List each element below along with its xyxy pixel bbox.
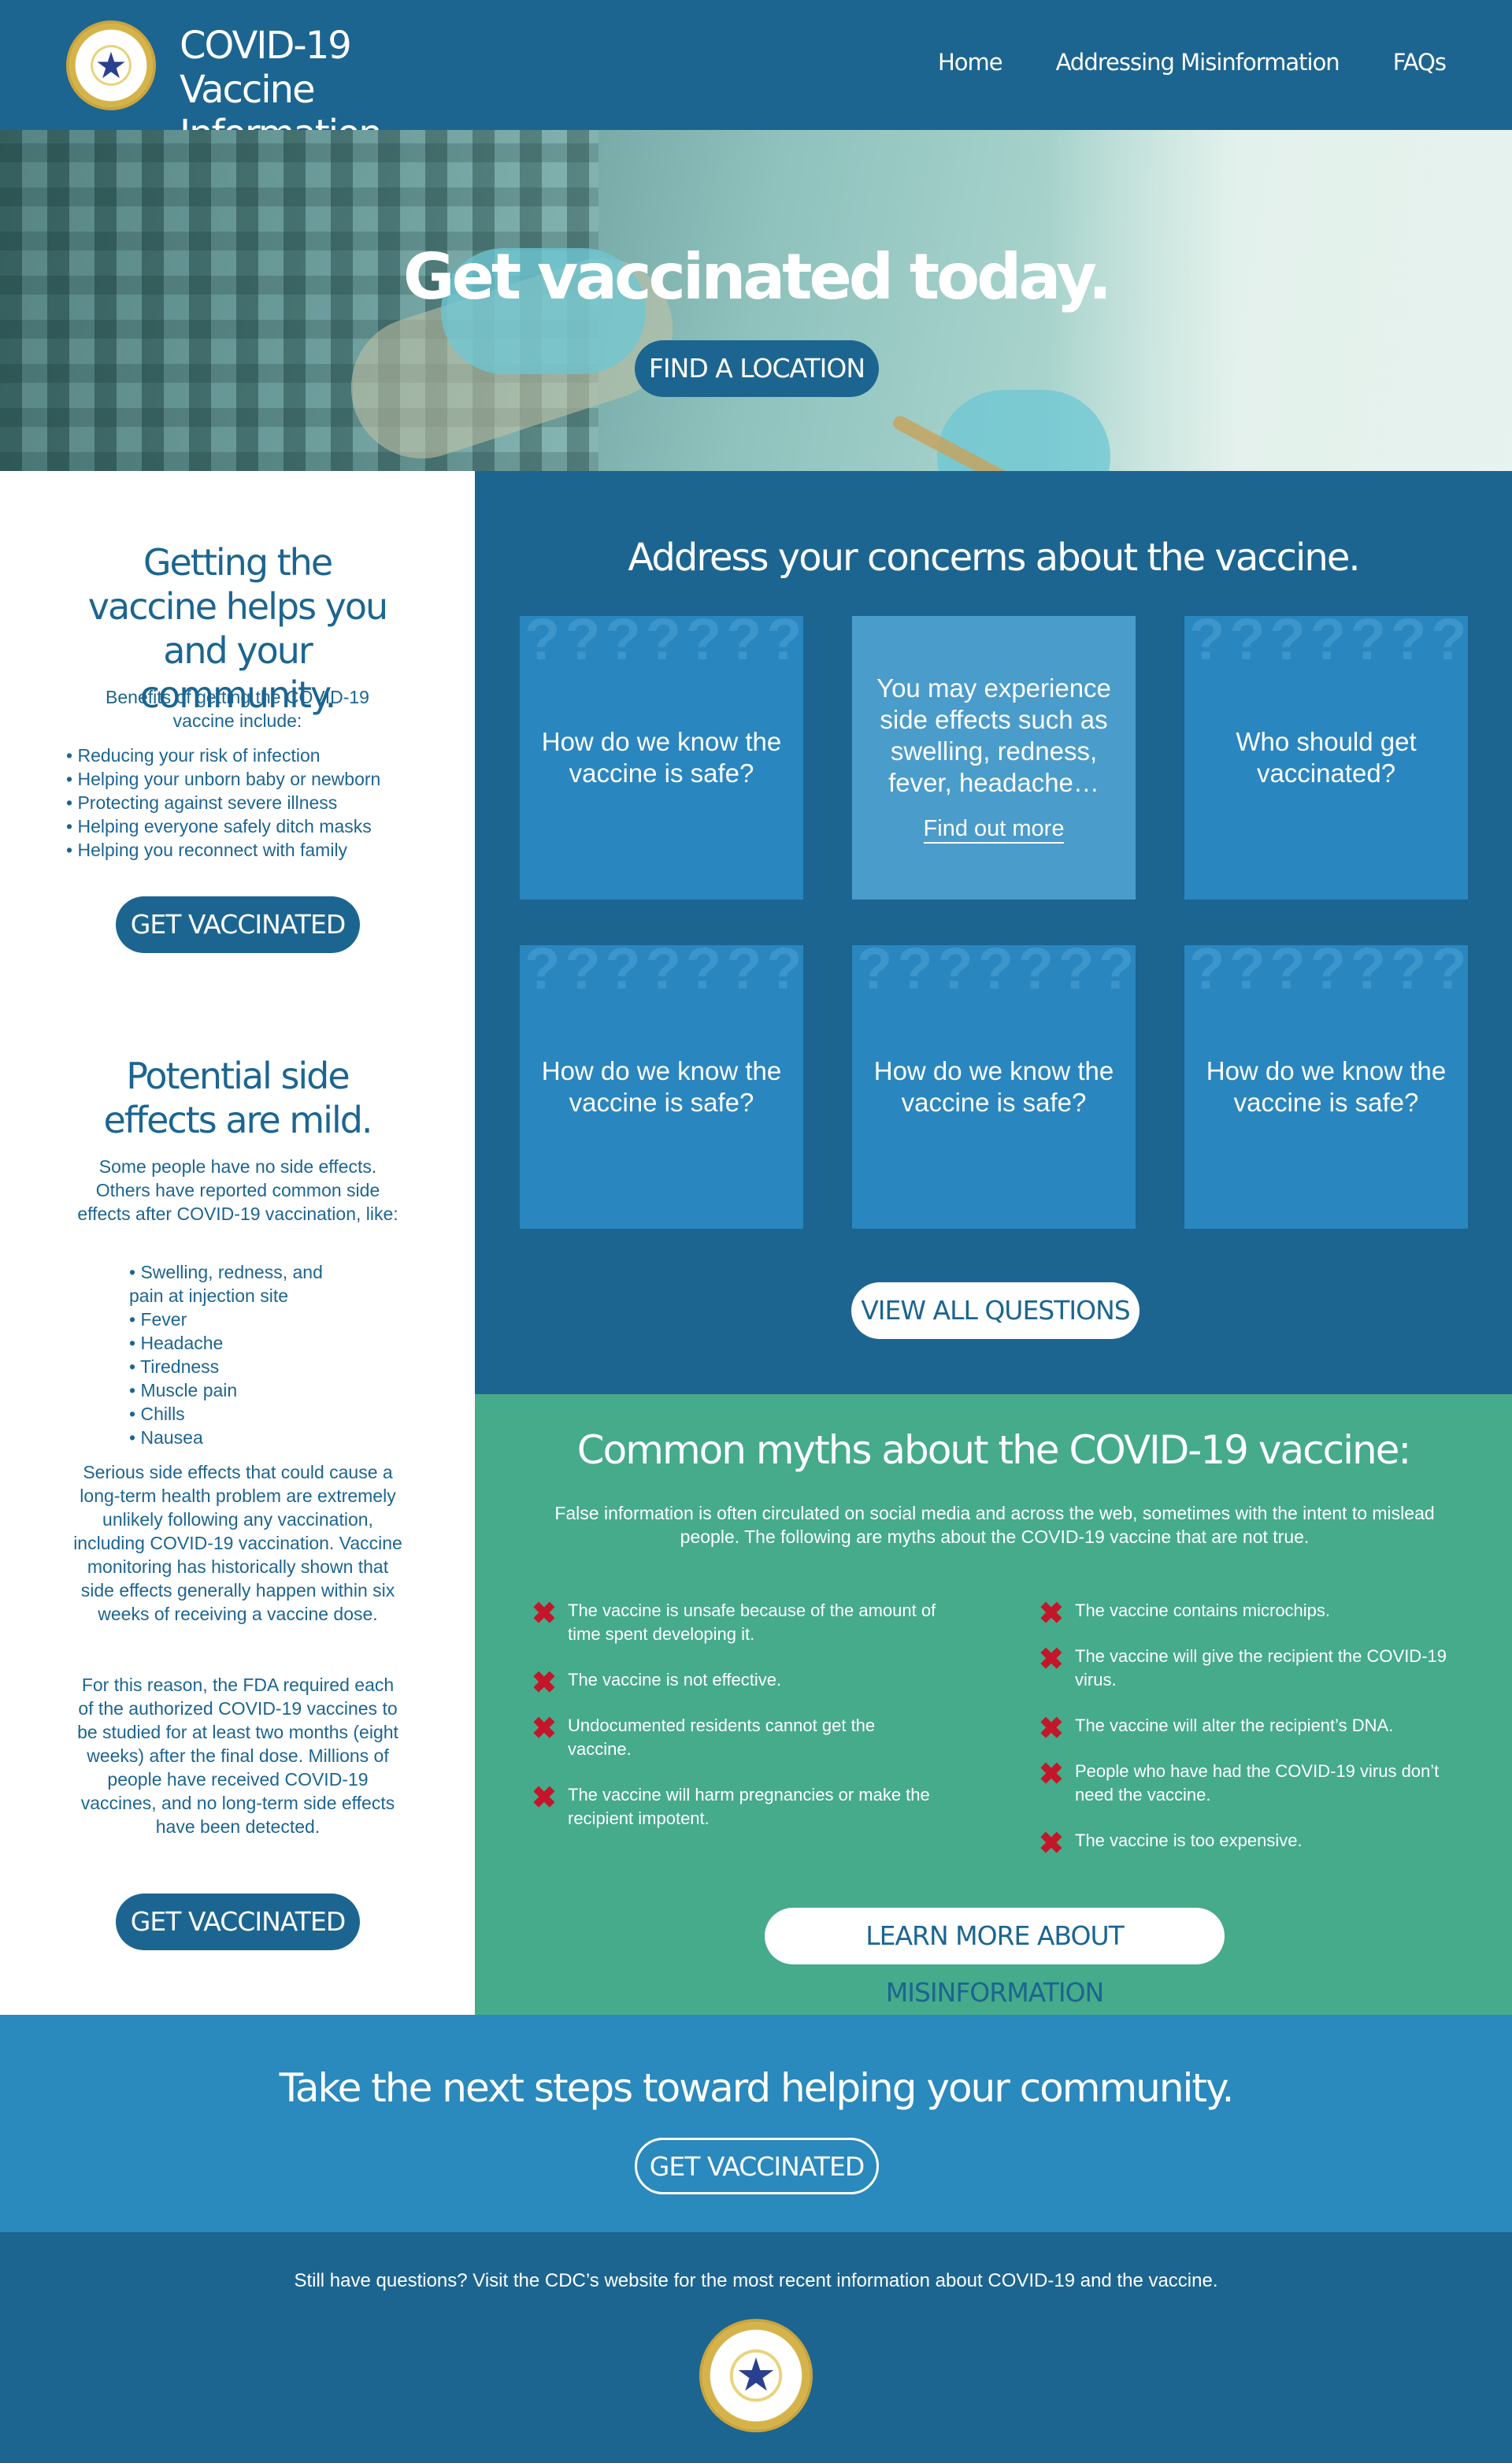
view-all-questions-button[interactable]: VIEW ALL QUESTIONS [851,1282,1140,1339]
myth-item: ✖ Undocumented residents cannot get the v… [532,1712,876,1759]
site-header: ★ COVID-19 Vaccine Information Home Addr… [0,0,1512,156]
list-item: Helping you reconnect with family [66,838,444,862]
list-item: Swelling, redness, and pain at injection… [129,1260,358,1308]
myth-item: ✖ The vaccine will give the recipient the… [1039,1643,1447,1690]
question-card[interactable]: ???????????????????????????????????? How… [852,945,1136,1229]
myth-item: ✖ The vaccine will alter the recipient’s … [1039,1712,1394,1745]
x-icon: ✖ [1039,1827,1064,1860]
learn-more-misinformation-button[interactable]: LEARN MORE ABOUT MISINFORMATION [765,1908,1225,2008]
list-item: Reducing your risk of infection [66,744,444,767]
myths-heading: Common myths about the COVID-19 vaccine: [576,1427,1412,1473]
side-effects-intro: Some people have no side effects. Others… [77,1156,398,1224]
card-text: You may experience side effects such as … [876,673,1111,797]
list-item: Helping everyone safely ditch masks [66,814,444,838]
card-text: How do we know the vaccine is safe? [541,727,782,788]
find-location-button[interactable]: FIND A LOCATION [635,340,879,397]
list-item: Chills [129,1402,358,1426]
county-seal-icon: ★ [699,2319,813,2432]
myths-intro: False information is often circulated on… [554,1503,1435,1547]
x-icon: ✖ [532,1667,557,1700]
find-out-more-link[interactable]: Find out more [923,816,1065,844]
hero-banner: Get vaccinated today. FIND A LOCATION [0,130,1512,471]
concerns-section: Address your concerns about the vaccine.… [475,471,1512,1394]
nav-faqs[interactable]: FAQs [1393,49,1447,76]
card-text: Who should get vaccinated? [1236,727,1417,788]
side-effects-paragraph-2: For this reason, the FDA required each o… [77,1675,398,1837]
x-icon: ✖ [1039,1758,1064,1791]
myth-item: ✖ The vaccine contains microchips. [1039,1597,1331,1630]
question-card[interactable]: ???????????????????????????????????? Who… [1184,616,1468,900]
benefits-list: Reducing your risk of infection Helping … [66,744,444,862]
card-text: How do we know the vaccine is safe? [873,1056,1114,1117]
myths-list-left: ✖ The vaccine is unsafe because of the am… [532,1599,941,1853]
concerns-heading: Address your concerns about the vaccine. [628,536,1360,580]
x-icon: ✖ [1039,1643,1064,1676]
myth-item: ✖ The vaccine will harm pregnancies or ma… [532,1782,930,1828]
list-item: Protecting against severe illness [66,791,444,814]
list-item: Helping your unborn baby or newborn [66,767,444,791]
x-icon: ✖ [1039,1712,1064,1745]
x-icon: ✖ [532,1597,557,1630]
benefits-intro: Benefits of getting the COVID-19 vaccine… [106,687,369,731]
side-effects-list: Swelling, redness, and pain at injection… [129,1260,358,1449]
footer-text: Still have questions? Visit the CDC’s we… [294,2270,1218,2291]
myth-item: ✖ The vaccine is too expensive. [1039,1827,1303,1860]
left-column: Getting the vaccine helps you and your c… [0,471,475,2015]
nav-addressing-misinformation[interactable]: Addressing Misinformation [1056,49,1340,76]
county-seal-icon[interactable]: ★ [66,20,156,110]
side-effects-heading: Potential side effects are mild. [103,1055,372,1141]
question-card[interactable]: ???????????????????????????????????? How… [1184,945,1468,1229]
main-nav: Home Addressing Misinformation FAQs [938,49,1447,76]
myths-section: Common myths about the COVID-19 vaccine:… [475,1394,1512,2015]
list-item: Muscle pain [129,1378,358,1402]
myths-list-right: ✖ The vaccine contains microchips. ✖ The v… [1039,1599,1480,1875]
myth-item: ✖ The vaccine is not effective. [532,1667,782,1700]
next-steps-section: Take the next steps toward helping your … [0,2015,1512,2232]
question-card[interactable]: ???????????????????????????????????? How… [520,945,803,1229]
nav-home[interactable]: Home [938,49,1003,76]
hero-title: Get vaccinated today. [402,240,1112,313]
list-item: Fever [129,1308,358,1331]
x-icon: ✖ [532,1712,557,1745]
side-effects-paragraph-1: Serious side effects that could cause a … [73,1462,402,1624]
question-card[interactable]: ???????????????????????????????????? How… [520,616,803,900]
get-vaccinated-button[interactable]: GET VACCINATED [116,896,360,953]
side-effects-card[interactable]: You may experience side effects such as … [852,616,1136,900]
card-text: How do we know the vaccine is safe? [541,1056,782,1117]
next-steps-heading: Take the next steps toward helping your … [279,2065,1235,2111]
site-footer: Still have questions? Visit the CDC’s we… [0,2232,1512,2463]
x-icon: ✖ [1039,1597,1064,1630]
get-vaccinated-button-3[interactable]: GET VACCINATED [635,2138,879,2194]
get-vaccinated-button-2[interactable]: GET VACCINATED [116,1894,360,1950]
x-icon: ✖ [532,1782,557,1815]
list-item: Tiredness [129,1355,358,1378]
card-text: How do we know the vaccine is safe? [1206,1056,1447,1117]
list-item: Nausea [129,1426,358,1449]
list-item: Headache [129,1331,358,1355]
myth-item: ✖ The vaccine is unsafe because of the am… [532,1597,936,1644]
myth-item: ✖ People who have had the COVID-19 virus … [1039,1758,1440,1805]
